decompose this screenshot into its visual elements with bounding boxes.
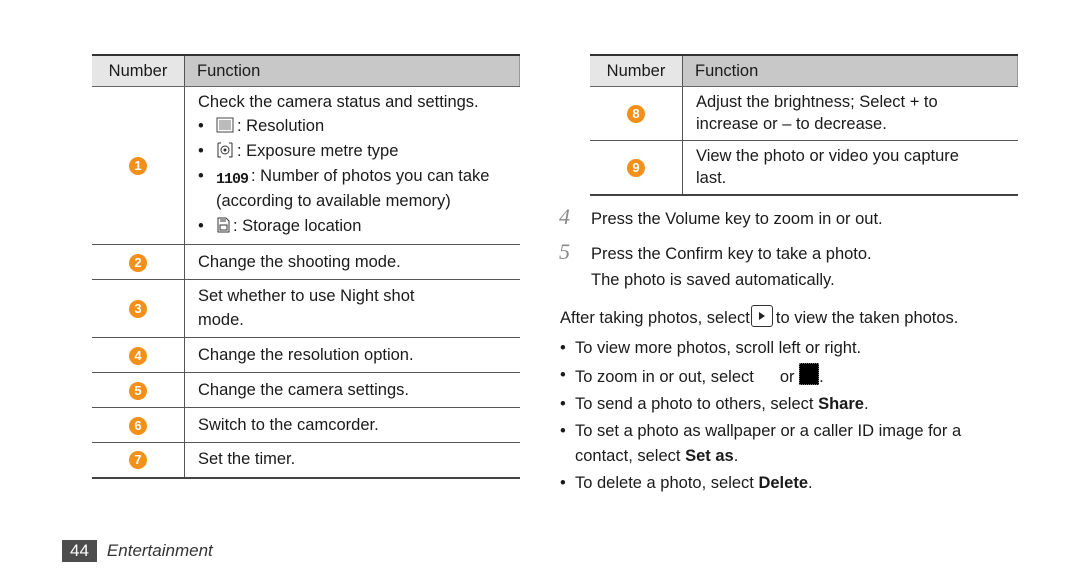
- number-badge: 3: [129, 300, 147, 318]
- number-badge: 9: [627, 159, 645, 177]
- list-item: • To delete a photo, select Delete.: [560, 474, 813, 492]
- table-row: 1 Check the camera status and settings. …: [92, 86, 520, 245]
- header-function: Function: [184, 54, 520, 87]
- table-row: 2 Change the shooting mode.: [92, 244, 520, 280]
- list-item: • To send a photo to others, select Share…: [560, 395, 869, 413]
- table-row: 7 Set the timer.: [92, 442, 520, 479]
- exposure-metre-icon: [217, 142, 233, 158]
- storage-icon: [217, 217, 230, 233]
- right-function-table: Number Function 8 Adjust the brightness;…: [590, 54, 1018, 196]
- row-function-text: Change the shooting mode.: [184, 244, 520, 280]
- row-function-text: View the photo or video you capture last…: [682, 140, 1018, 196]
- table-header: Number Function: [590, 54, 1018, 87]
- list-item: • To view more photos, scroll left or rig…: [560, 339, 862, 357]
- bullet-storage: • : Storage location: [198, 217, 362, 235]
- resolution-icon: [216, 117, 234, 133]
- number-badge: 1: [129, 157, 147, 175]
- play-icon: [750, 305, 773, 327]
- number-badge: 5: [129, 381, 147, 400]
- row-function-text: Change the resolution option.: [184, 337, 520, 373]
- row-function-text: Change the camera settings.: [184, 372, 520, 408]
- bullet-photo-count: • 1109: Number of photos you can take (a…: [198, 167, 490, 210]
- number-badge: 6: [129, 416, 147, 435]
- table-row: 4 Change the resolution option.: [92, 337, 520, 373]
- row-function-text: Adjust the brightness; Select + to incre…: [682, 86, 1018, 141]
- table-row: 6 Switch to the camcorder.: [92, 407, 520, 443]
- list-item: • To set a photo as wallpaper or a caller…: [560, 422, 962, 465]
- table-row: 8 Adjust the brightness; Select + to inc…: [590, 86, 1018, 141]
- row-function-text: Check the camera status and settings.: [198, 93, 479, 111]
- header-number: Number: [92, 54, 185, 87]
- section-name: Entertainment: [106, 541, 213, 560]
- step-text: Press the Volume key to zoom in or out.: [591, 210, 883, 228]
- tips-list: • To view more photos, scroll left or rig…: [560, 336, 990, 498]
- step-text: Press the Confirm key to take a photo.: [591, 245, 872, 263]
- step-number: 4: [559, 204, 570, 229]
- table-header: Number Function: [92, 54, 520, 87]
- zoom-out-icon: [799, 363, 820, 385]
- row-function-text: Switch to the camcorder.: [184, 407, 520, 443]
- page-number: 44: [62, 540, 97, 562]
- step-5: 5 Press the Confirm key to take a photo.…: [559, 239, 872, 293]
- number-badge: 4: [129, 346, 147, 365]
- list-item: • To zoom in or out, select or .: [560, 363, 990, 390]
- bullet-exposure: • : Exposure metre type: [198, 142, 399, 160]
- number-badge: 8: [627, 105, 645, 123]
- header-function: Function: [682, 54, 1018, 87]
- table-row: 5 Change the camera settings.: [92, 372, 520, 408]
- number-badge: 7: [129, 451, 147, 470]
- number-badge: 2: [129, 253, 147, 272]
- table-row: 9 View the photo or video you capture la…: [590, 140, 1018, 196]
- row-function-text: Set whether to use Night shot mode.: [184, 279, 520, 338]
- step-4: 4 Press the Volume key to zoom in or out…: [559, 204, 883, 232]
- page-footer: 44 Entertainment: [62, 540, 213, 562]
- step-number: 5: [559, 239, 570, 264]
- photo-count-icon: 1109: [216, 171, 249, 188]
- header-number: Number: [590, 54, 683, 87]
- bullet-resolution: • : Resolution: [198, 117, 325, 135]
- left-function-table: Number Function 1 Check the camera statu…: [92, 54, 520, 479]
- after-taking-paragraph: After taking photos, select to view the t…: [560, 305, 958, 331]
- step-subtext: The photo is saved automatically.: [591, 271, 835, 289]
- table-row: 3 Set whether to use Night shot mode.: [92, 279, 520, 338]
- row-function-text: Set the timer.: [184, 442, 520, 479]
